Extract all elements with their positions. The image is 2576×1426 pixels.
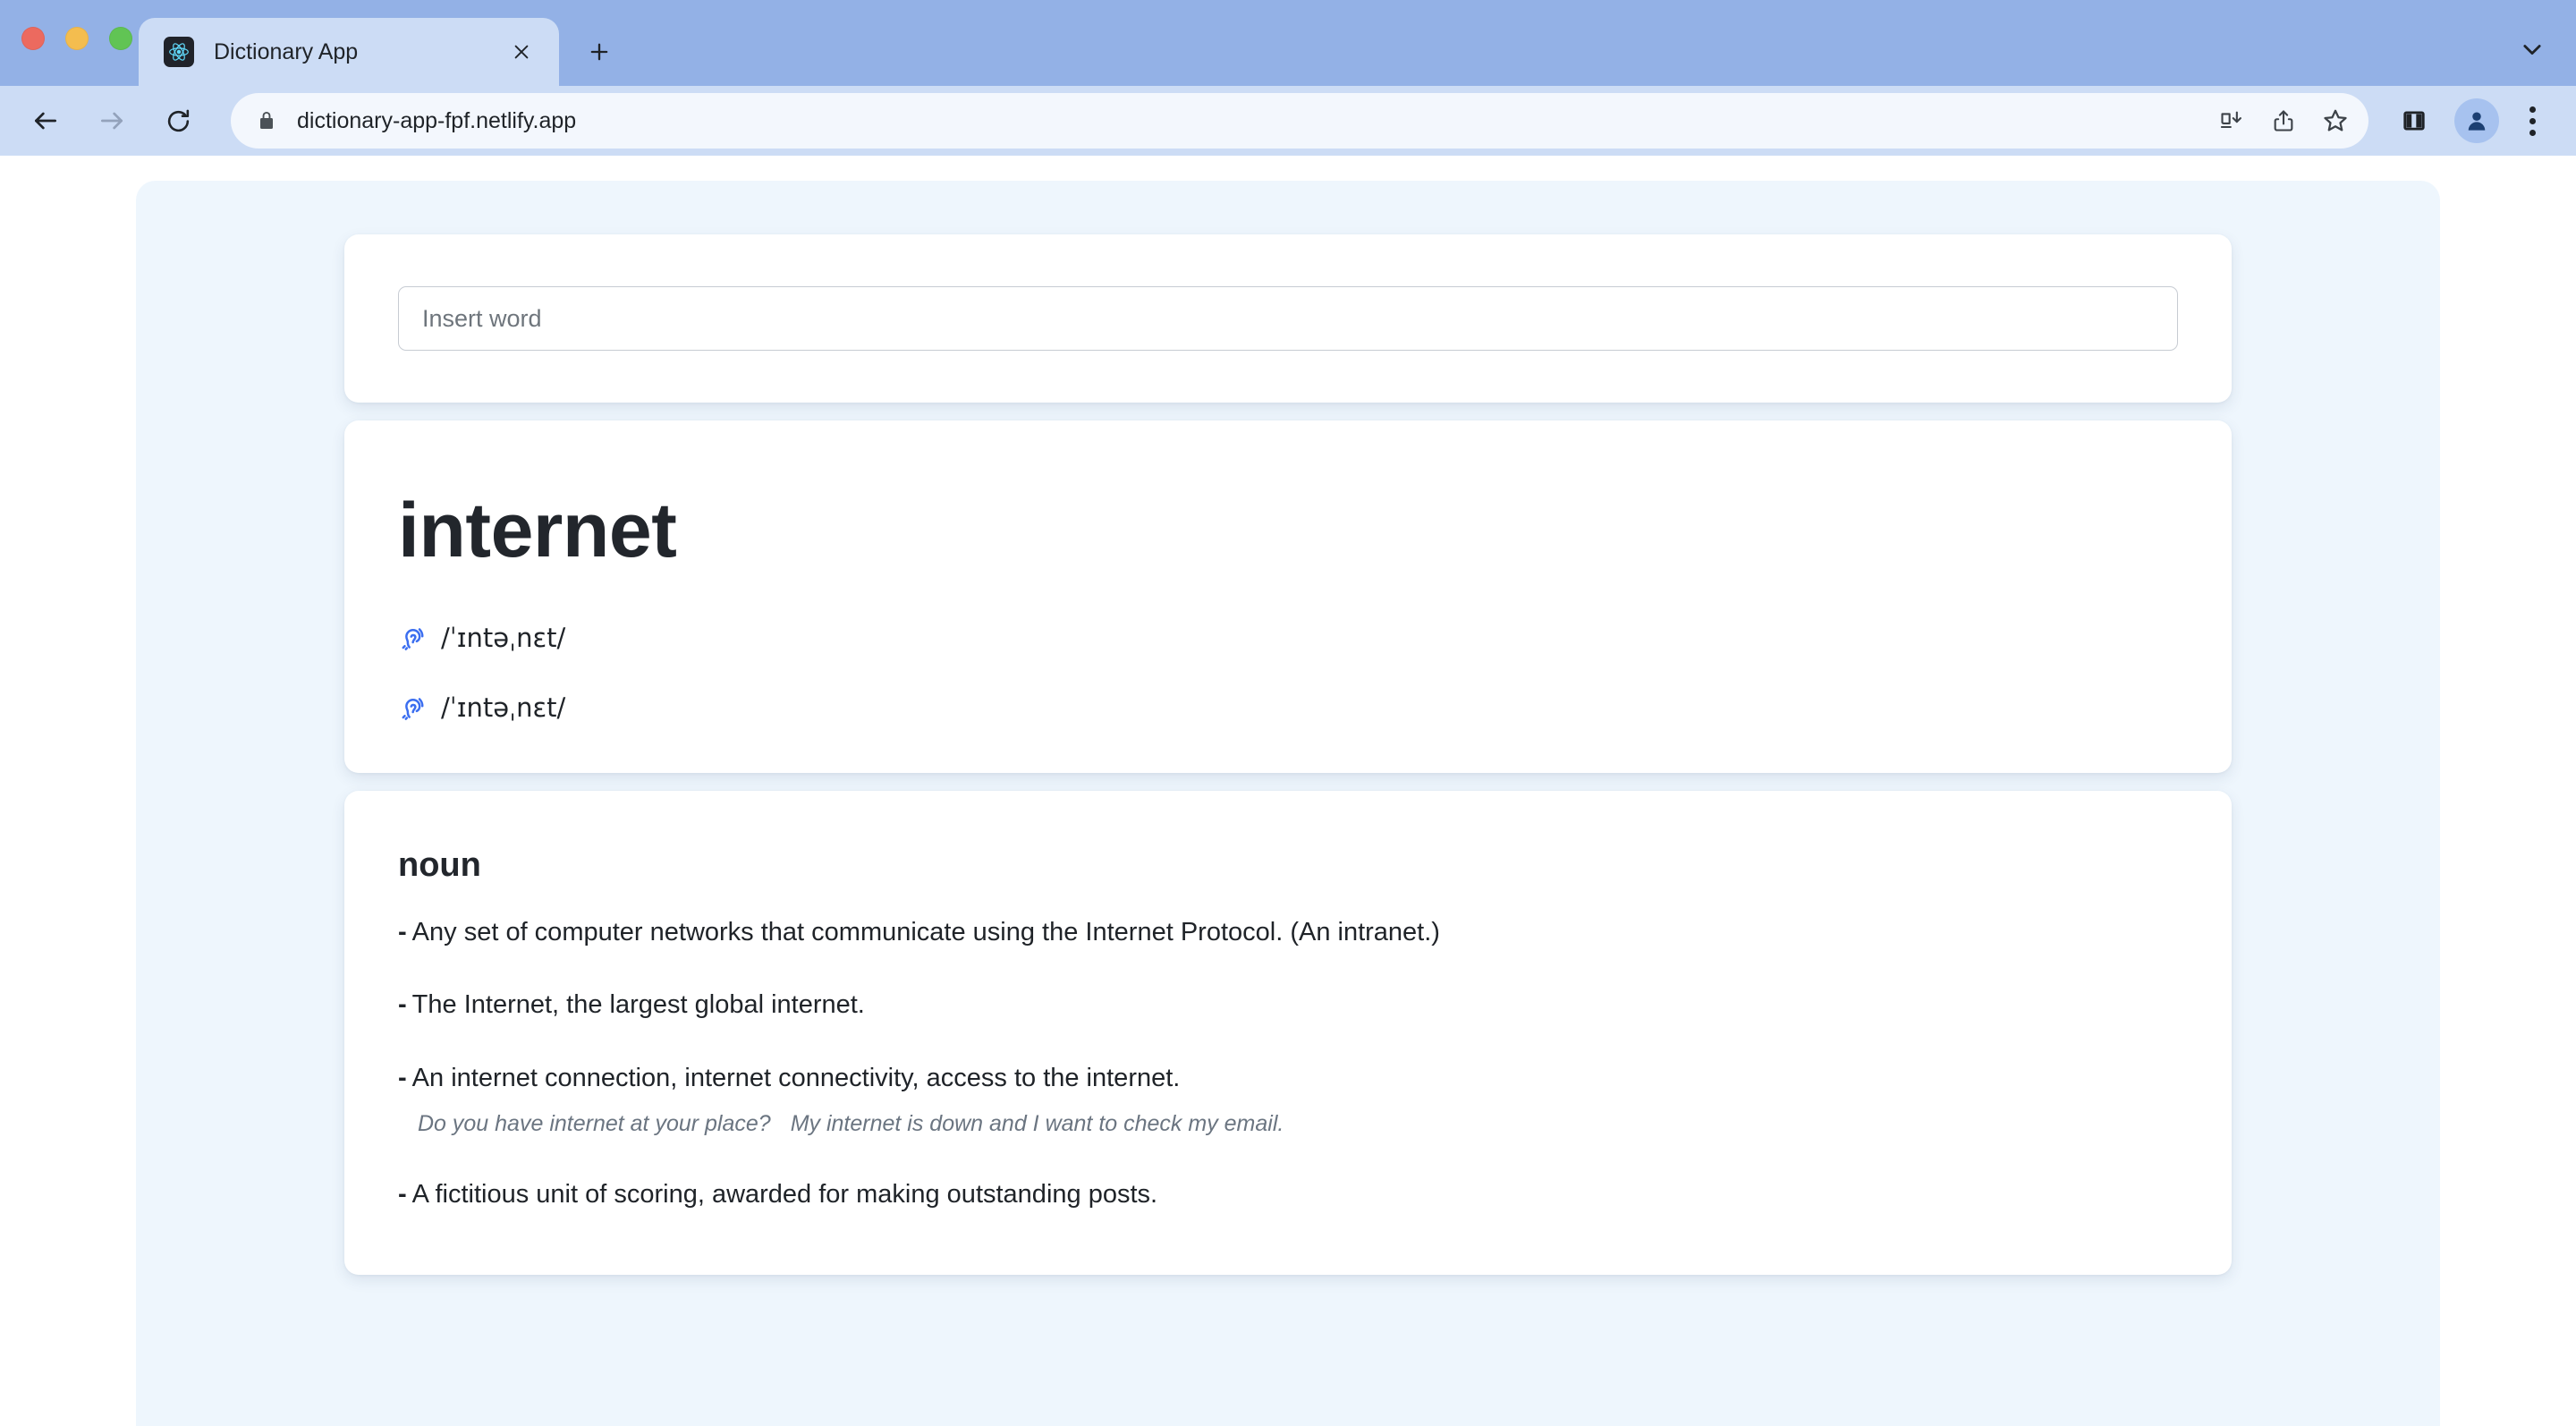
definition-dash: - <box>398 1063 407 1092</box>
share-icon[interactable] <box>2258 95 2309 147</box>
lock-icon <box>256 110 277 132</box>
three-dot-menu-icon[interactable] <box>2508 97 2556 145</box>
definition-text: An internet connection, internet connect… <box>411 1063 1181 1092</box>
search-card <box>344 234 2232 403</box>
window-controls <box>21 27 132 50</box>
profile-avatar-icon[interactable] <box>2454 98 2499 143</box>
address-bar[interactable]: dictionary-app-fpf.netlify.app <box>231 93 2368 149</box>
close-tab-icon[interactable] <box>504 34 539 70</box>
definition-dash: - <box>398 1179 407 1209</box>
tab-title: Dictionary App <box>214 38 359 64</box>
example-list: Do you have internet at your place? My i… <box>398 1108 2178 1140</box>
maximize-window-button[interactable] <box>109 27 132 50</box>
definition-text: A fictitious unit of scoring, awarded fo… <box>411 1179 1158 1209</box>
tab-strip: Dictionary App <box>139 18 627 86</box>
definition-item: -A fictitious unit of scoring, awarded f… <box>398 1177 2178 1212</box>
phonetic-text: /ˈɪntəˌnɛt/ <box>441 692 566 724</box>
definition-text-wrapper: - Any set of computer networks that commu… <box>398 915 2178 950</box>
listen-ear-icon[interactable] <box>398 692 428 723</box>
search-input[interactable] <box>398 286 2178 351</box>
back-arrow-icon[interactable] <box>18 93 73 149</box>
bookmark-star-icon[interactable] <box>2309 95 2361 147</box>
example-text: Do you have internet at your place? <box>418 1110 771 1136</box>
forward-arrow-icon[interactable] <box>84 93 140 149</box>
close-window-button[interactable] <box>21 27 45 50</box>
definition-item: - Any set of computer networks that commu… <box>398 915 2178 950</box>
reload-icon[interactable] <box>150 93 206 149</box>
react-logo-icon <box>164 37 194 67</box>
example-text: My internet is down and I want to check … <box>790 1110 1284 1136</box>
page-title: internet <box>398 488 677 573</box>
address-bar-url: dictionary-app-fpf.netlify.app <box>297 107 577 133</box>
part-of-speech: noun <box>398 846 481 885</box>
definition-text-wrapper: -A fictitious unit of scoring, awarded f… <box>398 1177 2178 1212</box>
tab-dictionary-app[interactable]: Dictionary App <box>139 18 559 86</box>
definition-text: Any set of computer networks that commun… <box>411 918 1440 947</box>
definition-dash: - <box>398 918 407 947</box>
definition-text-wrapper: - The Internet, the largest global intern… <box>398 988 2178 1023</box>
phonetic-text: /ˈɪntəˌnɛt/ <box>441 623 566 654</box>
new-tab-button[interactable] <box>572 24 627 80</box>
word-header-card: internet /ˈɪntəˌnɛt/ /ˈɪntəˌnɛt/ <box>344 420 2232 774</box>
listen-ear-icon[interactable] <box>398 623 428 653</box>
definition-text-wrapper: - An internet connection, internet connec… <box>398 1061 2178 1096</box>
definition-text: The Internet, the largest global interne… <box>411 990 865 1020</box>
browser-toolbar: dictionary-app-fpf.netlify.app <box>0 86 2576 156</box>
browser-window: Dictionary App dictionary-app-fpf.netlif… <box>0 0 2576 1426</box>
dictionary-app-container: internet /ˈɪntəˌnɛt/ <box>136 181 2440 1426</box>
phonetic-row[interactable]: /ˈɪntəˌnɛt/ <box>398 692 2178 723</box>
install-app-icon[interactable] <box>2206 95 2258 147</box>
page-viewport: internet /ˈɪntəˌnɛt/ <box>0 156 2576 1426</box>
definition-dash: - <box>398 990 407 1020</box>
meanings-card: noun - Any set of computer networks that … <box>344 791 2232 1275</box>
phonetic-row[interactable]: /ˈɪntəˌnɛt/ <box>398 623 2178 653</box>
definition-item: - The Internet, the largest global intern… <box>398 988 2178 1023</box>
phonetics-list: /ˈɪntəˌnɛt/ /ˈɪntəˌnɛt/ <box>398 623 2178 723</box>
minimize-window-button[interactable] <box>65 27 89 50</box>
tab-search-chevron-down-icon[interactable] <box>2512 29 2553 70</box>
side-panel-icon[interactable] <box>2388 95 2440 147</box>
title-bar: Dictionary App <box>0 0 2576 86</box>
definition-item: - An internet connection, internet connec… <box>398 1061 2178 1140</box>
